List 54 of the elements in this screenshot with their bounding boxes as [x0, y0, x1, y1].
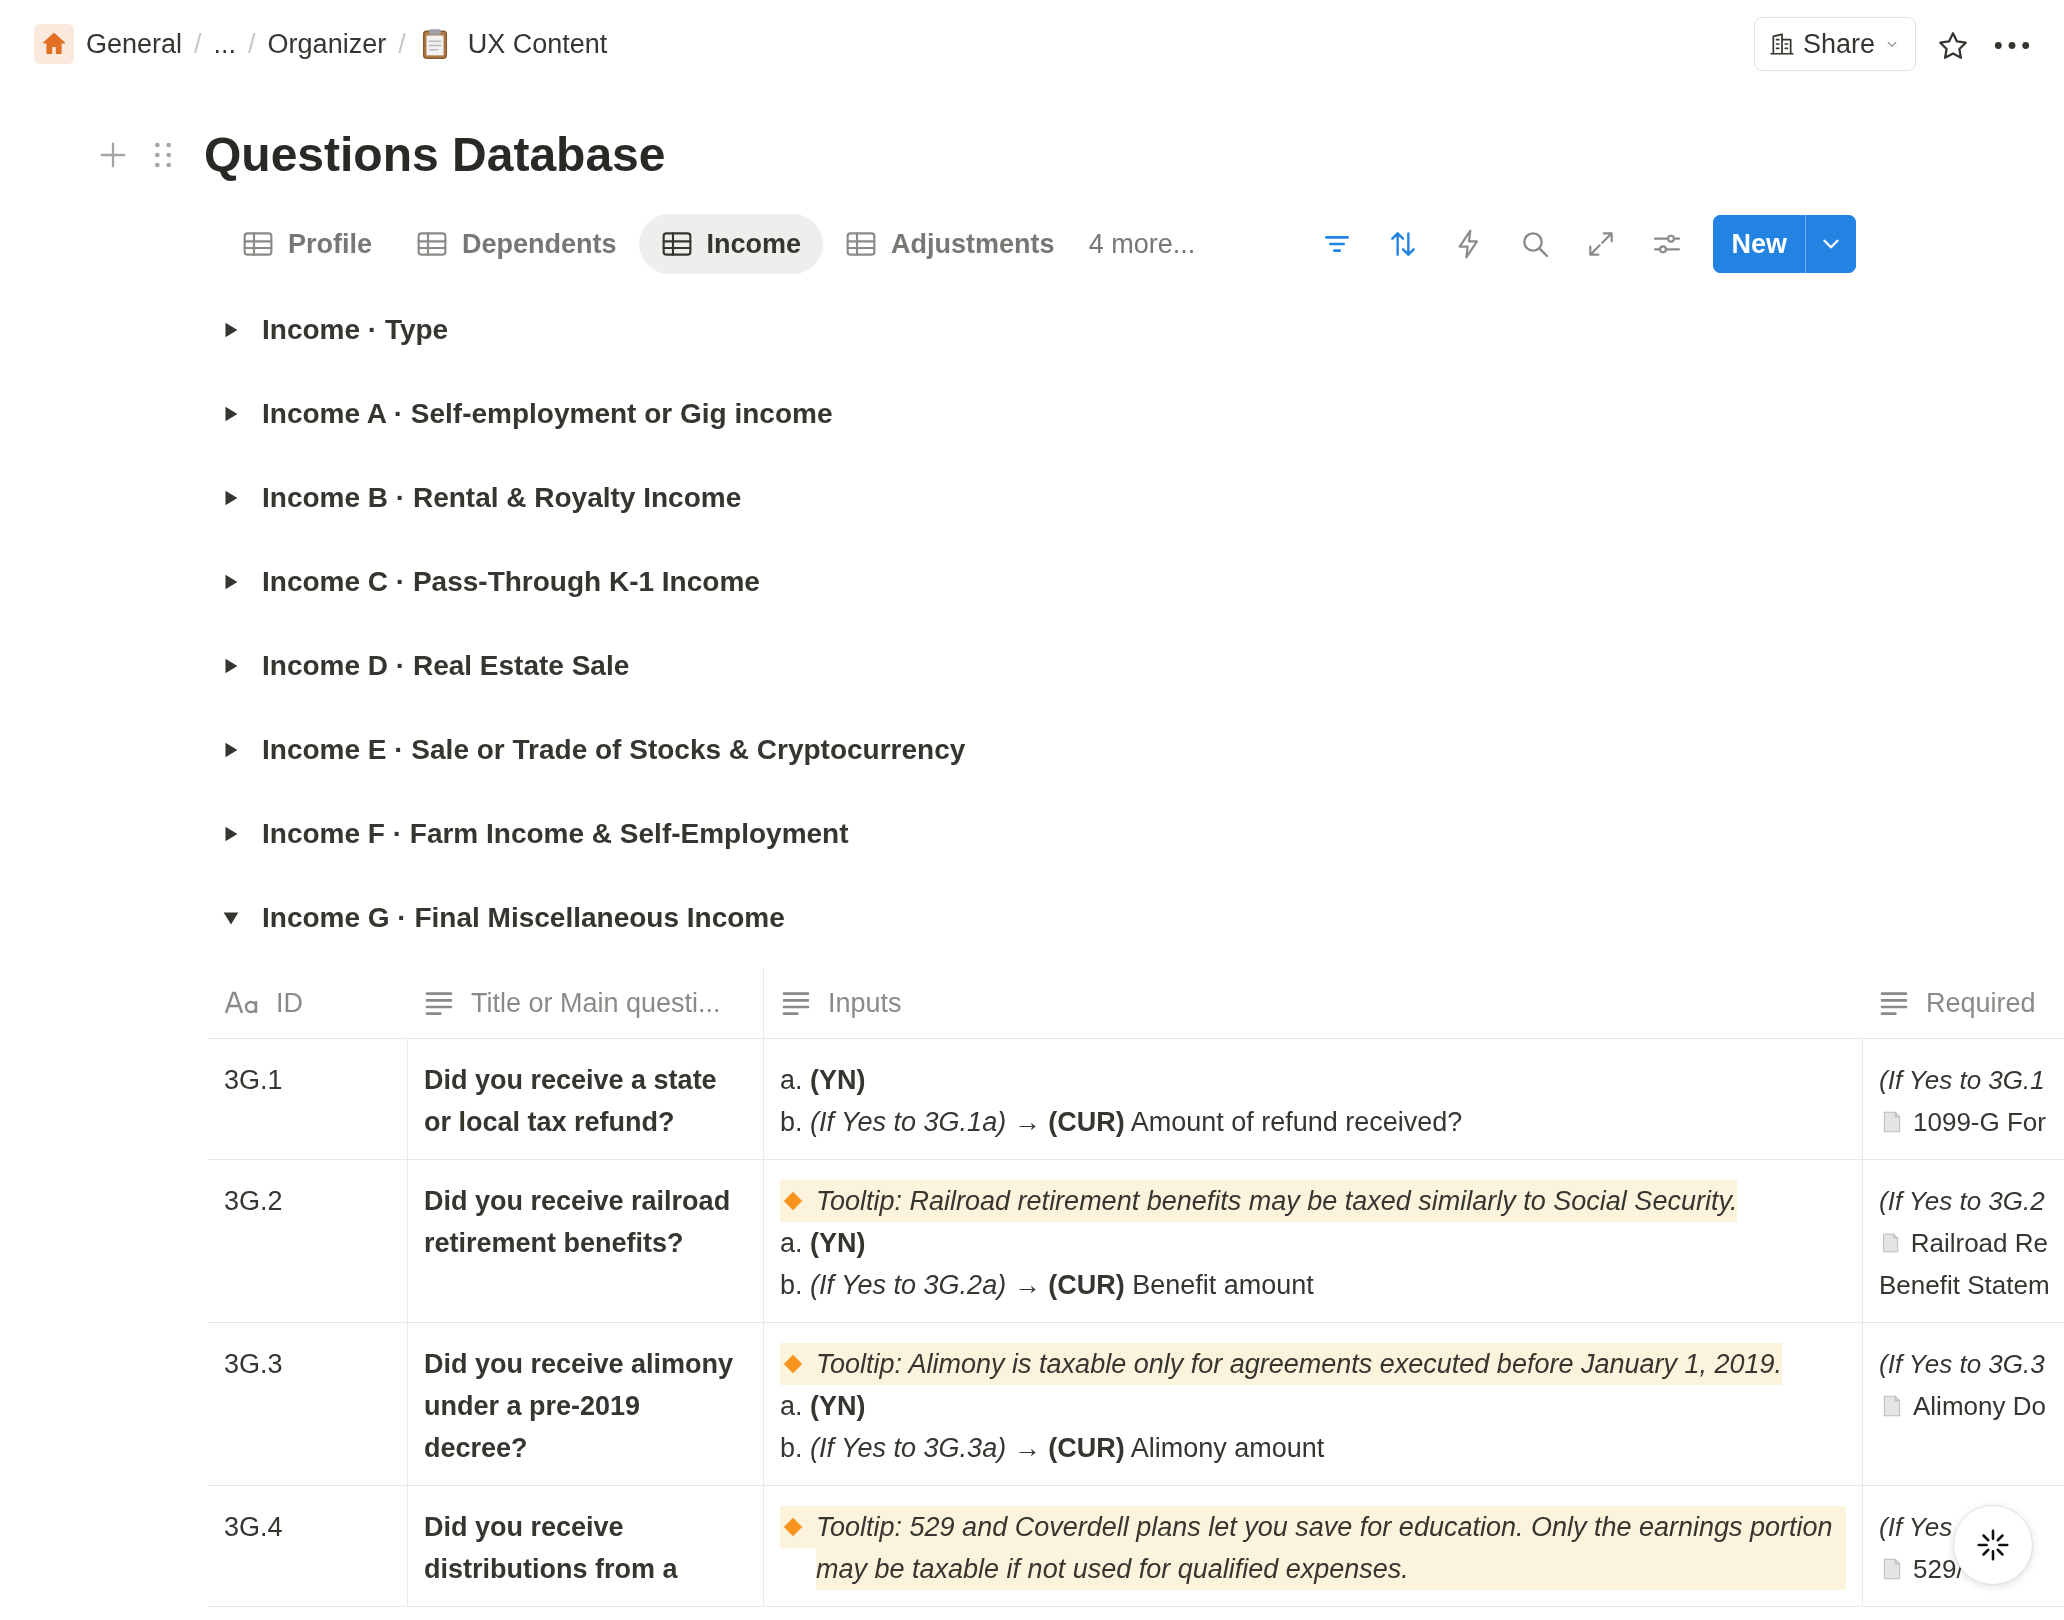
- document-name: 529/: [1913, 1553, 1964, 1587]
- input-line: b. (If Yes to 3G.3a) → (CUR) Alimony amount: [780, 1433, 1325, 1464]
- breadcrumb-separator: /: [398, 27, 406, 61]
- condition-text: (If Yes to 3G.1: [1879, 1065, 2045, 1096]
- breadcrumb-separator: /: [194, 27, 202, 61]
- breadcrumb-link[interactable]: ...: [213, 23, 237, 65]
- group-title[interactable]: Income D · Real Estate Sale: [262, 645, 630, 688]
- document-name: 1099-G For: [1913, 1106, 2046, 1140]
- question-text: Did you receive a state or local tax refund?: [424, 1064, 718, 1140]
- document-name: Railroad Re: [1910, 1227, 2048, 1261]
- view-tab[interactable]: Adjustments: [823, 213, 1077, 275]
- breadcrumb-link[interactable]: Organizer: [267, 23, 387, 65]
- input-line: a. (YN): [780, 1228, 866, 1259]
- view-tab[interactable]: Income: [638, 213, 824, 275]
- condition-text: (If Yes to 3G.3: [1879, 1349, 2045, 1380]
- more-views-link[interactable]: 4 more...: [1088, 223, 1196, 265]
- new-options-button[interactable]: [1805, 214, 1856, 274]
- building-icon: [1768, 31, 1795, 57]
- question-text: Did you receive railroad retirement benefits?: [424, 1185, 732, 1261]
- group-title[interactable]: Income · Type: [262, 309, 449, 352]
- input-line: a. (YN): [780, 1391, 866, 1422]
- share-button[interactable]: Share: [1753, 16, 1916, 72]
- more-icon: [1994, 41, 2030, 51]
- document-name: Benefit Statem: [1879, 1270, 2050, 1301]
- group-title[interactable]: Income F · Farm Income & Self-Employment: [262, 813, 849, 856]
- document-name: Alimony Do: [1913, 1390, 2046, 1424]
- group-title[interactable]: Income C · Pass-Through K-1 Income: [262, 561, 760, 604]
- group-title[interactable]: Income A · Self-employment or Gig income: [262, 393, 833, 436]
- condition-text: (If Yes to 3G.2: [1879, 1186, 2045, 1217]
- row-id: 3G.2: [224, 1185, 284, 1219]
- group-title[interactable]: Income G · Final Miscellaneous Income: [262, 897, 785, 940]
- row-id: 3G.3: [224, 1348, 284, 1382]
- tooltip-text: Tooltip: Railroad retirement benefits may be taxed similarly to Social Security.: [816, 1180, 1738, 1223]
- row-id: 3G.1: [224, 1064, 284, 1098]
- diamond-icon: [782, 1353, 804, 1376]
- tooltip-text: Tooltip: Alimony is taxable only for agreements executed before January 1, 2019.: [816, 1343, 1783, 1386]
- breadcrumb-link[interactable]: General: [86, 23, 183, 65]
- view-tab[interactable]: Dependents: [394, 213, 639, 275]
- page-title: Questions Database: [204, 127, 666, 183]
- input-line: a. (YN): [780, 1065, 866, 1096]
- input-line: b. (If Yes to 3G.1a) → (CUR) Amount of refund received?: [780, 1107, 1463, 1138]
- tooltip-text: Tooltip: 529 and Coverdell plans let you save for education. Only the earnings portion may be taxable if not used for qualified expenses.: [816, 1506, 1846, 1591]
- breadcrumb-link[interactable]: UX Content: [467, 23, 608, 65]
- input-line: b. (If Yes to 3G.2a) → (CUR) Benefit amount: [780, 1270, 1314, 1301]
- group-title[interactable]: Income E · Sale or Trade of Stocks & Cryptocurrency: [262, 729, 966, 772]
- row-id: 3G.4: [224, 1511, 284, 1545]
- question-text: Did you receive distributions from a: [424, 1511, 679, 1587]
- question-text: Did you receive alimony under a pre-2019 decree?: [424, 1348, 735, 1466]
- breadcrumb-separator: /: [248, 27, 256, 61]
- view-tab[interactable]: Profile: [220, 213, 395, 275]
- diamond-icon: [782, 1190, 804, 1213]
- condition-text: (If Yes: [1879, 1512, 1953, 1543]
- group-title[interactable]: Income B · Rental & Royalty Income: [262, 477, 742, 520]
- diamond-icon: [782, 1516, 804, 1539]
